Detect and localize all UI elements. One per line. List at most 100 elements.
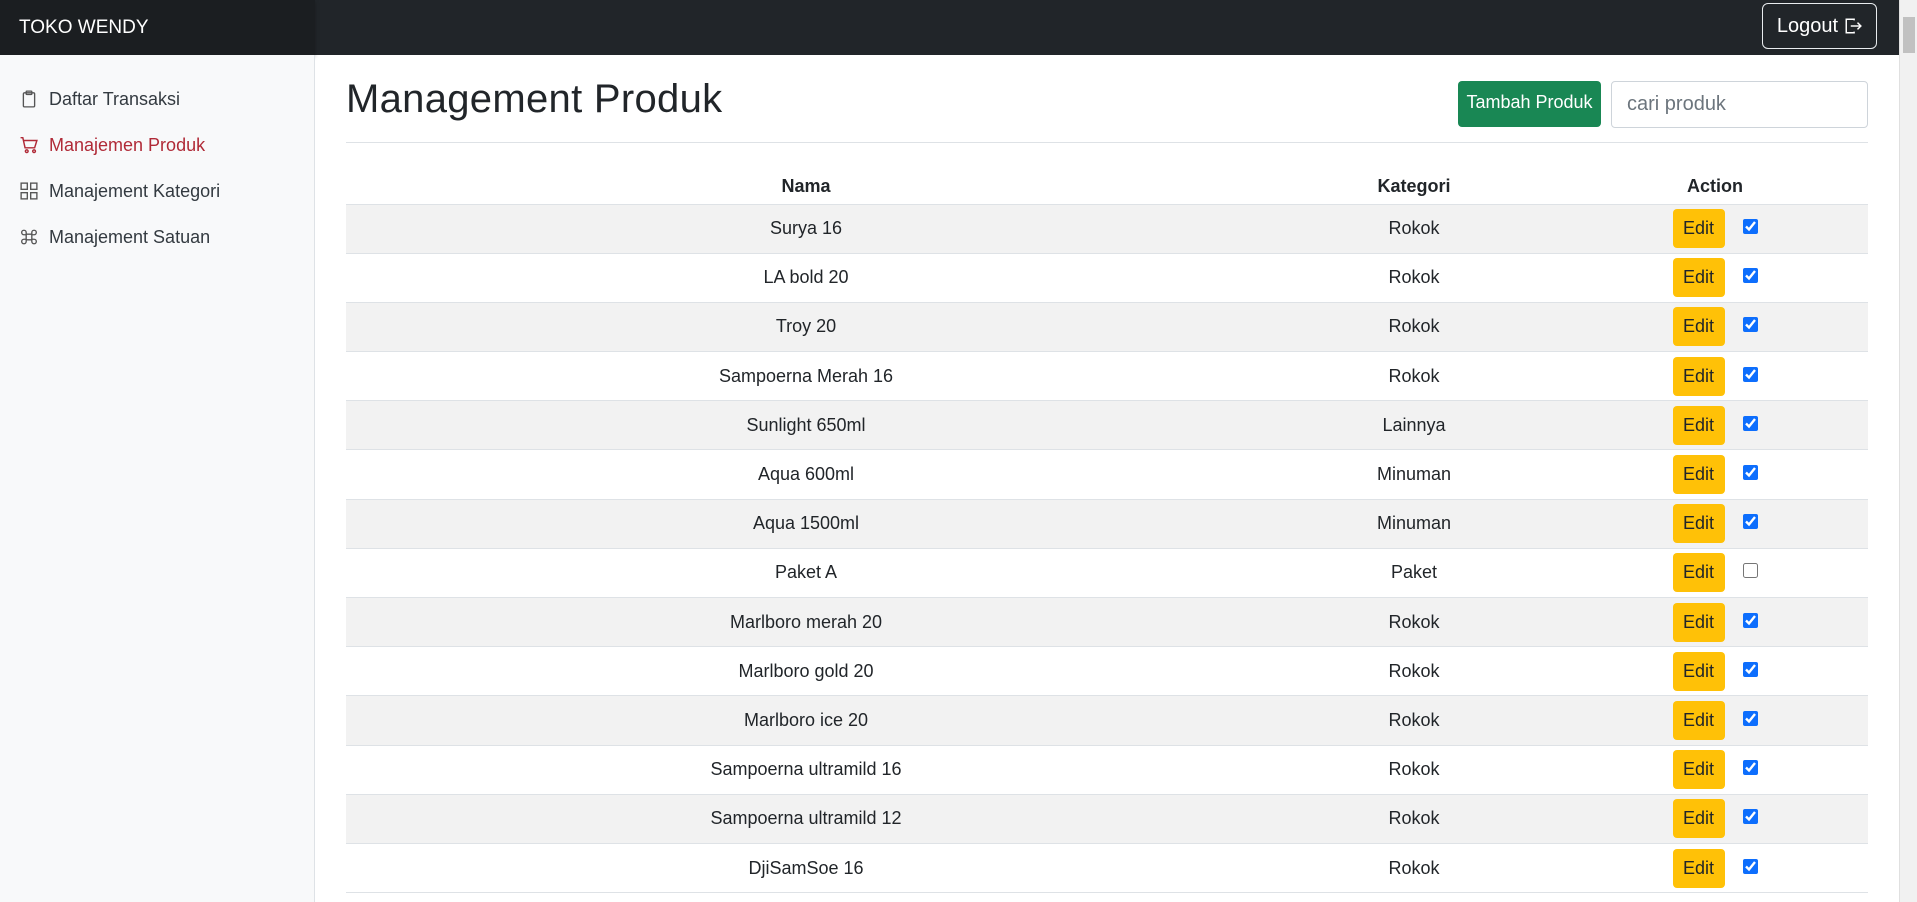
product-name-cell: LA bold 20: [346, 253, 1266, 303]
search-input[interactable]: [1611, 81, 1868, 128]
brand-name[interactable]: TOKO WENDY: [0, 0, 315, 55]
product-name-cell: Troy 20: [346, 302, 1266, 353]
product-category-cell: Rokok: [1266, 843, 1562, 894]
product-category-cell: Rokok: [1266, 302, 1562, 353]
edit-button[interactable]: Edit: [1672, 602, 1725, 642]
product-name-cell: Sampoerna Merah 16: [346, 351, 1266, 402]
product-category-cell: Minuman: [1266, 449, 1562, 500]
product-action-cell: Edit: [1562, 400, 1868, 451]
product-category-cell: Rokok: [1266, 597, 1562, 648]
product-action-cell: Edit: [1562, 794, 1868, 844]
edit-button[interactable]: Edit: [1672, 405, 1725, 445]
active-checkbox[interactable]: [1742, 809, 1758, 825]
active-checkbox[interactable]: [1742, 563, 1758, 579]
table-row: Paket A Paket Edit: [346, 548, 1868, 599]
active-checkbox[interactable]: [1742, 268, 1758, 284]
product-action-cell: Edit: [1562, 253, 1868, 303]
table-row: Aqua 600ml Minuman Edit: [346, 449, 1868, 500]
product-category-cell: Lainnya: [1266, 400, 1562, 451]
edit-button[interactable]: Edit: [1672, 553, 1725, 593]
product-action-cell: Edit: [1562, 351, 1868, 402]
product-name-cell: Paket A: [346, 548, 1266, 599]
active-checkbox[interactable]: [1742, 465, 1758, 481]
product-category-cell: Rokok: [1266, 253, 1562, 303]
product-name-cell: DjiSamSoe 16: [346, 843, 1266, 894]
table-header-row: Nama Kategori Action: [346, 169, 1868, 205]
logout-button[interactable]: Logout: [1761, 3, 1877, 49]
table-row: Sunlight 650ml Lainnya Edit: [346, 400, 1868, 451]
page-header: Management Produk Tambah Produk: [346, 55, 1868, 143]
table-row: Sampoerna ultramild 12 Rokok Edit: [346, 794, 1868, 844]
cart-icon: [20, 136, 38, 154]
product-action-cell: Edit: [1562, 843, 1868, 894]
edit-button[interactable]: Edit: [1672, 209, 1725, 249]
sidebar: Daftar Transaksi Manajemen Produk Manaje…: [0, 55, 315, 902]
edit-button[interactable]: Edit: [1672, 356, 1725, 396]
active-checkbox[interactable]: [1742, 661, 1758, 677]
column-header-action: Action: [1562, 169, 1868, 205]
product-category-cell: Rokok: [1266, 745, 1562, 795]
product-table: Nama Kategori Action Surya 16 Rokok Edit LA…: [346, 169, 1868, 894]
product-name-cell: Aqua 1500ml: [346, 499, 1266, 549]
active-checkbox[interactable]: [1742, 710, 1758, 726]
sidebar-item-manajement-kategori[interactable]: Manajement Kategori: [0, 168, 314, 214]
top-navbar: TOKO WENDY Logout: [0, 0, 1899, 55]
column-header-nama: Nama: [346, 169, 1266, 205]
product-category-cell: Rokok: [1266, 351, 1562, 402]
sidebar-item-label: Daftar Transaksi: [49, 88, 181, 109]
add-product-button[interactable]: Tambah Produk: [1458, 81, 1601, 127]
active-checkbox[interactable]: [1742, 514, 1758, 530]
sidebar-item-manajemen-produk[interactable]: Manajemen Produk: [0, 122, 314, 168]
page-scrollbar[interactable]: [1899, 0, 1917, 902]
table-row: Aqua 1500ml Minuman Edit: [346, 499, 1868, 549]
product-name-cell: Marlboro gold 20: [346, 646, 1266, 697]
product-action-cell: Edit: [1562, 499, 1868, 549]
edit-button[interactable]: Edit: [1672, 455, 1725, 495]
edit-button[interactable]: Edit: [1672, 700, 1725, 740]
clipboard-icon: [22, 90, 36, 108]
product-action-cell: Edit: [1562, 548, 1868, 599]
table-row: Surya 16 Rokok Edit: [346, 204, 1868, 254]
box-arrow-right-icon: [1845, 18, 1862, 34]
sidebar-item-daftar-transaksi[interactable]: Daftar Transaksi: [0, 76, 314, 122]
table-row: Marlboro merah 20 Rokok Edit: [346, 597, 1868, 648]
edit-button[interactable]: Edit: [1672, 799, 1725, 839]
table-row: DjiSamSoe 16 Rokok Edit: [346, 843, 1868, 894]
active-checkbox[interactable]: [1742, 317, 1758, 333]
main-content: Management Produk Tambah Produk Nama Kat…: [346, 55, 1868, 894]
product-category-cell: Paket: [1266, 548, 1562, 599]
product-action-cell: Edit: [1562, 646, 1868, 697]
product-action-cell: Edit: [1562, 597, 1868, 648]
edit-button[interactable]: Edit: [1672, 504, 1725, 544]
product-name-cell: Marlboro ice 20: [346, 695, 1266, 746]
edit-button[interactable]: Edit: [1672, 750, 1725, 790]
active-checkbox[interactable]: [1742, 760, 1758, 776]
product-category-cell: Rokok: [1266, 204, 1562, 254]
active-checkbox[interactable]: [1742, 415, 1758, 431]
sidebar-item-label: Manajement Kategori: [49, 180, 221, 201]
product-action-cell: Edit: [1562, 302, 1868, 353]
command-icon: [21, 229, 37, 245]
product-name-cell: Surya 16: [346, 204, 1266, 254]
table-row: Marlboro gold 20 Rokok Edit: [346, 646, 1868, 697]
product-name-cell: Marlboro merah 20: [346, 597, 1266, 648]
active-checkbox[interactable]: [1742, 219, 1758, 235]
product-action-cell: Edit: [1562, 449, 1868, 500]
product-action-cell: Edit: [1562, 745, 1868, 795]
edit-button[interactable]: Edit: [1672, 651, 1725, 691]
sidebar-item-label: Manajemen Produk: [49, 134, 206, 155]
table-row: LA bold 20 Rokok Edit: [346, 253, 1868, 303]
active-checkbox[interactable]: [1742, 858, 1758, 874]
product-category-cell: Rokok: [1266, 794, 1562, 844]
table-row: Sampoerna Merah 16 Rokok Edit: [346, 351, 1868, 402]
product-action-cell: Edit: [1562, 204, 1868, 254]
edit-button[interactable]: Edit: [1672, 307, 1725, 347]
active-checkbox[interactable]: [1742, 366, 1758, 382]
edit-button[interactable]: Edit: [1672, 848, 1725, 888]
table-row: Marlboro ice 20 Rokok Edit: [346, 695, 1868, 746]
scrollbar-thumb[interactable]: [1903, 17, 1915, 53]
edit-button[interactable]: Edit: [1672, 258, 1725, 298]
active-checkbox[interactable]: [1742, 612, 1758, 628]
sidebar-item-manajement-satuan[interactable]: Manajement Satuan: [0, 214, 314, 260]
product-name-cell: Aqua 600ml: [346, 449, 1266, 500]
